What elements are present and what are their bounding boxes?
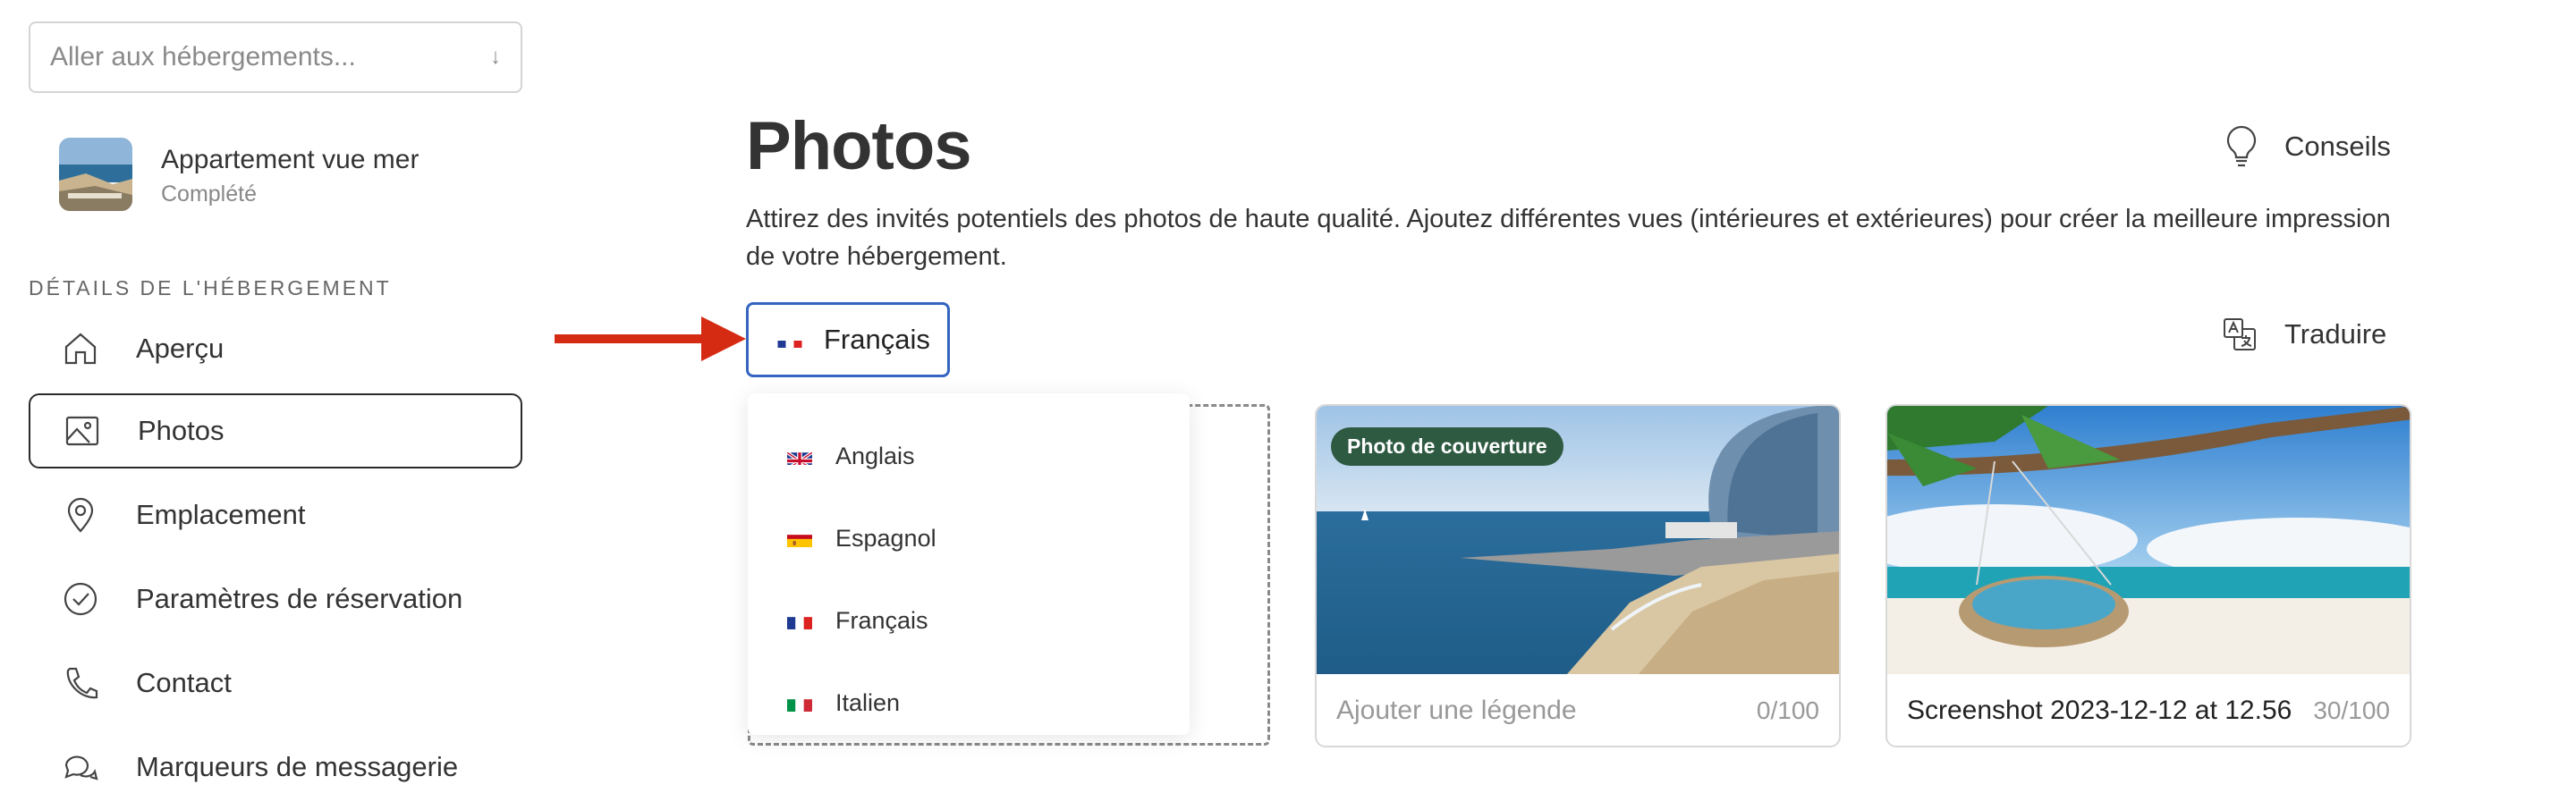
accommodation-jump-select[interactable]: Aller aux hébergements... ↓ xyxy=(29,21,522,93)
sidebar-item-photos[interactable]: Photos xyxy=(29,393,522,468)
photo-caption-field[interactable]: Ajouter une légende 0/100 xyxy=(1317,674,1839,746)
image-icon xyxy=(63,411,102,451)
sidebar-item-label: Marqueurs de messagerie xyxy=(136,751,459,782)
pointer-arrow-icon xyxy=(555,316,746,361)
sidebar-item-label: Emplacement xyxy=(136,499,306,530)
chat-bubbles-icon xyxy=(61,747,100,787)
sidebar-section-label: DÉTAILS DE L'HÉBERGEMENT xyxy=(29,276,392,300)
french-flag-icon xyxy=(787,612,812,629)
sidebar-item-label: Contact xyxy=(136,667,232,698)
caption-text: Screenshot 2023-12-12 at 12.56 xyxy=(1907,696,2292,725)
language-option-label: Italien xyxy=(835,688,901,716)
language-option-spanish[interactable]: Espagnol xyxy=(748,497,1190,579)
property-summary[interactable]: Appartement vue mer Complété xyxy=(59,138,419,211)
phone-icon xyxy=(61,663,100,703)
home-icon xyxy=(61,329,100,368)
uk-flag-icon xyxy=(787,448,812,465)
page-description: Attirez des invités potentiels des photo… xyxy=(746,205,2391,271)
sidebar-item-contact[interactable]: Contact xyxy=(29,645,522,721)
property-name: Appartement vue mer xyxy=(161,144,419,174)
goto-placeholder: Aller aux hébergements... xyxy=(50,42,356,72)
caption-char-count: 30/100 xyxy=(2313,696,2390,724)
photo-card[interactable]: Screenshot 2023-12-12 at 12.56 30/100 xyxy=(1885,404,2411,747)
spain-flag-icon xyxy=(787,530,812,547)
photo-image xyxy=(1887,406,2410,674)
translate-label: Traduire xyxy=(2284,318,2387,350)
sidebar-item-location[interactable]: Emplacement xyxy=(29,477,522,553)
sidebar-item-booking-settings[interactable]: Paramètres de réservation xyxy=(29,561,522,637)
language-option-english[interactable]: Anglais xyxy=(748,415,1190,497)
language-select-button[interactable]: Français xyxy=(746,302,950,377)
arrow-down-icon: ↓ xyxy=(490,45,501,69)
property-thumbnail xyxy=(59,138,132,211)
sidebar-item-label: Aperçu xyxy=(136,333,225,364)
check-circle-icon xyxy=(61,579,100,619)
translate-icon xyxy=(2224,318,2256,350)
sidebar-item-label: Paramètres de réservation xyxy=(136,583,463,614)
language-option-label: Anglais xyxy=(835,442,915,469)
italy-flag-icon xyxy=(787,695,812,712)
sidebar-item-label: Photos xyxy=(138,415,225,446)
tips-label: Conseils xyxy=(2284,131,2391,162)
property-status: Complété xyxy=(161,181,257,207)
language-dropdown-menu: Anglais Espagnol Français Italien xyxy=(748,393,1190,735)
caption-char-count: 0/100 xyxy=(1756,696,1819,724)
photo-card[interactable]: Photo de couverture Ajouter une légende … xyxy=(1315,404,1841,747)
language-option-label: Français xyxy=(835,606,928,634)
lightbulb-icon xyxy=(2226,125,2257,167)
language-option-italian[interactable]: Italien xyxy=(748,662,1190,744)
photo-caption-field[interactable]: Screenshot 2023-12-12 at 12.56 30/100 xyxy=(1887,674,2410,746)
language-option-french[interactable]: Français xyxy=(748,579,1190,662)
photo-image: Photo de couverture xyxy=(1317,406,1839,674)
selected-language: Français xyxy=(824,324,930,355)
translate-button[interactable]: Traduire xyxy=(2222,316,2386,352)
location-pin-icon xyxy=(61,495,100,535)
french-flag-icon xyxy=(777,332,802,348)
caption-placeholder: Ajouter une légende xyxy=(1336,696,1577,725)
cover-photo-badge: Photo de couverture xyxy=(1331,427,1563,466)
sidebar-item-overview[interactable]: Aperçu xyxy=(29,311,522,386)
sidebar-item-messaging-tags[interactable]: Marqueurs de messagerie xyxy=(29,730,522,805)
language-option-label: Espagnol xyxy=(835,524,936,552)
tips-button[interactable]: Conseils xyxy=(2222,123,2391,170)
page-title: Photos xyxy=(746,108,972,184)
